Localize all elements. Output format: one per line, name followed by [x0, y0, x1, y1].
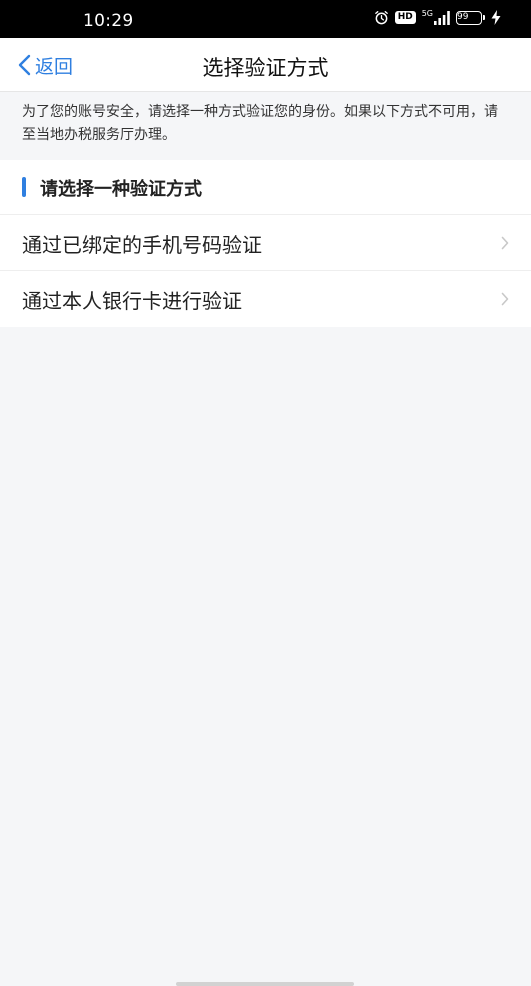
option-label: 通过本人银行卡进行验证: [22, 289, 242, 313]
section-title: 请选择一种验证方式: [40, 179, 202, 200]
page-title: 选择验证方式: [202, 56, 329, 80]
status-time: 10:29: [83, 11, 134, 31]
verification-card: 请选择一种验证方式 通过已绑定的手机号码验证 通过本人银行卡进行验证: [0, 160, 531, 327]
alarm-icon: [374, 10, 389, 25]
home-indicator[interactable]: [176, 982, 354, 986]
nav-bar: 返回 选择验证方式: [0, 38, 531, 92]
network-label: 5G: [421, 8, 433, 18]
signal-5g-icon: 5G: [421, 8, 450, 25]
option-bank-card-verification[interactable]: 通过本人银行卡进行验证: [0, 271, 531, 327]
option-phone-verification[interactable]: 通过已绑定的手机号码验证: [0, 215, 531, 271]
battery-icon: 99: [456, 10, 485, 25]
charging-icon: [491, 10, 501, 25]
section-accent-bar: [22, 177, 26, 197]
status-icons: HD 5G 99: [374, 8, 501, 25]
option-label: 通过已绑定的手机号码验证: [22, 233, 262, 257]
chevron-right-icon: [501, 235, 509, 254]
section-header: 请选择一种验证方式: [0, 160, 531, 215]
status-bar: 10:29 HD 5G 99: [0, 0, 531, 38]
hd-icon: HD: [394, 11, 416, 24]
notice-text: 为了您的账号安全，请选择一种方式验证您的身份。如果以下方式不可用，请至当地办税服…: [0, 92, 531, 158]
chevron-right-icon: [501, 291, 509, 310]
